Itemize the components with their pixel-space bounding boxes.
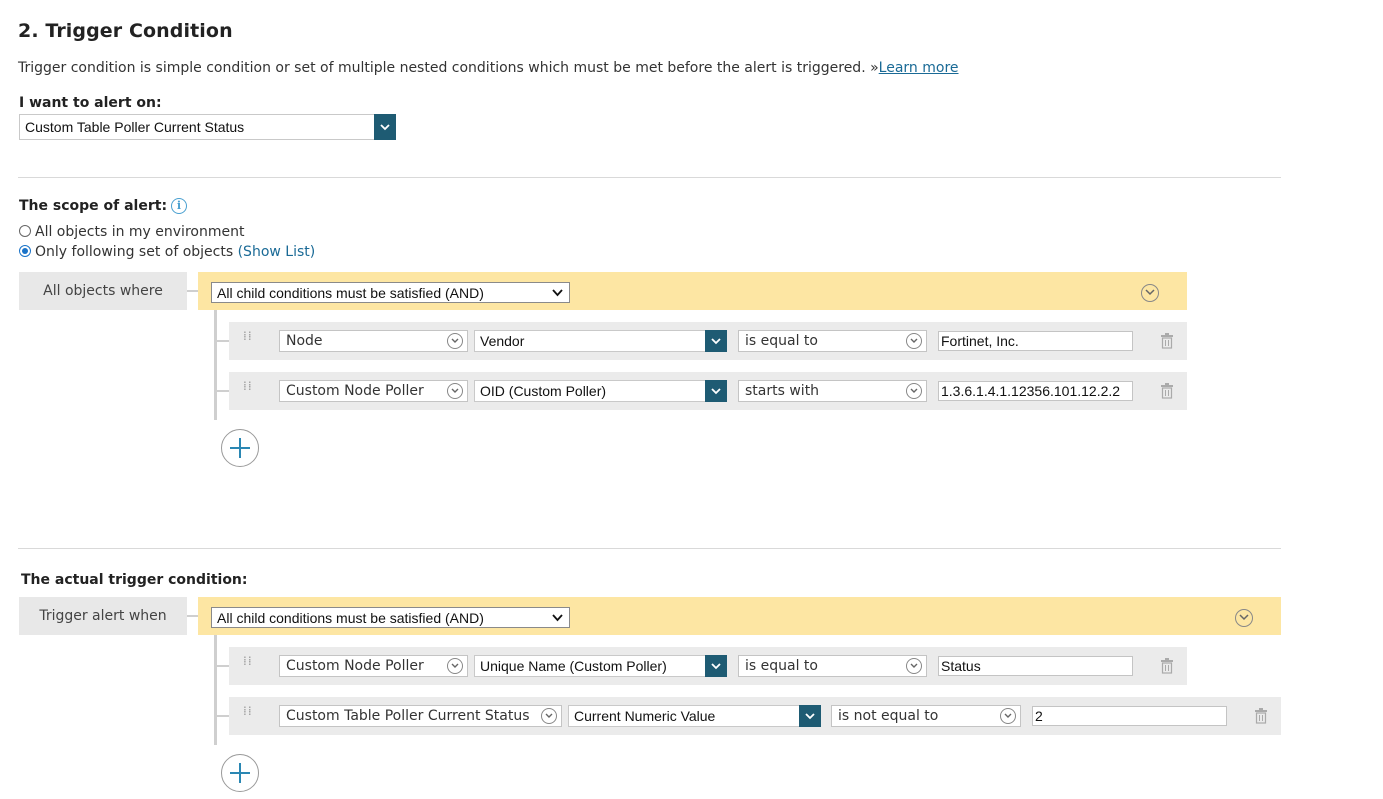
radio-all-objects[interactable]: All objects in my environment [19,224,244,240]
condition-field-select[interactable]: OID (Custom Poller) [474,380,727,402]
condition-operator-select[interactable]: is equal to [738,655,927,677]
tree-connector [217,390,229,392]
condition-field-select[interactable]: Unique Name (Custom Poller) [474,655,727,677]
scope-group-bar: All child conditions must be satisfied (… [198,272,1187,310]
trigger-alert-when-label: Trigger alert when [19,597,187,635]
radio-button-selected[interactable] [19,245,31,257]
show-list-link[interactable]: (Show List) [238,244,316,260]
condition-object-select[interactable]: Custom Node Poller [279,655,468,677]
scope-condition-row: ⁞⁞ Custom Node Poller OID (Custom Poller… [229,372,1187,410]
chevron-down-icon [541,708,557,724]
condition-value-input[interactable]: 2 [1032,706,1227,726]
learn-more-link[interactable]: Learn more [879,60,959,76]
trigger-group-bar: All child conditions must be satisfied (… [198,597,1281,635]
chevron-down-icon [705,655,727,677]
radio-following-objects[interactable]: Only following set of objects (Show List… [19,244,315,260]
condition-object-select[interactable]: Custom Node Poller [279,380,468,402]
trash-icon[interactable] [1160,333,1174,349]
chevron-down-icon [447,333,463,349]
tree-connector [217,340,229,342]
trigger-group-operator-select[interactable]: All child conditions must be satisfied (… [211,607,570,628]
condition-operator-select[interactable]: is not equal to [831,705,1021,727]
condition-value-input[interactable]: Status [938,656,1133,676]
chevron-down-icon [552,613,563,621]
chevron-down-icon [447,383,463,399]
chevron-down-icon [906,383,922,399]
scope-label: The scope of alert: [19,198,168,214]
scope-group-operator-select[interactable]: All child conditions must be satisfied (… [211,282,570,303]
chevron-down-icon [374,114,396,140]
condition-operator-select[interactable]: is equal to [738,330,927,352]
alert-on-label: I want to alert on: [19,95,162,111]
trash-icon[interactable] [1160,658,1174,674]
section-title: 2. Trigger Condition [18,20,233,42]
tree-line [214,310,217,420]
chevron-down-icon [705,330,727,352]
condition-field-select[interactable]: Current Numeric Value [568,705,821,727]
chevron-down-icon [705,380,727,402]
drag-handle-icon[interactable]: ⁞⁞ [243,380,253,392]
chevron-down-icon [552,288,563,296]
section-description: Trigger condition is simple condition or… [18,60,959,76]
chevron-down-icon [906,333,922,349]
add-condition-icon[interactable] [221,429,259,467]
collapse-group-icon[interactable] [1141,284,1159,302]
trash-icon[interactable] [1254,708,1268,724]
divider [18,548,1281,549]
tree-line [214,635,217,745]
condition-value-input[interactable]: Fortinet, Inc. [938,331,1133,351]
chevron-down-icon [906,658,922,674]
trigger-label: The actual trigger condition: [21,572,248,588]
info-icon[interactable]: i [171,198,187,214]
condition-operator-select[interactable]: starts with [738,380,927,402]
tree-connector [217,715,229,717]
condition-object-select[interactable]: Node [279,330,468,352]
divider [18,177,1281,178]
radio-button[interactable] [19,225,31,237]
all-objects-where-label: All objects where [19,272,187,310]
drag-handle-icon[interactable]: ⁞⁞ [243,330,253,342]
trigger-condition-row: ⁞⁞ Custom Table Poller Current Status Cu… [229,697,1281,735]
alert-on-select[interactable]: Custom Table Poller Current Status [19,114,396,140]
add-condition-icon[interactable] [221,754,259,792]
condition-value-input[interactable]: 1.3.6.1.4.1.12356.101.12.2.2 [938,381,1133,401]
chevron-down-icon [1000,708,1016,724]
trigger-condition-row: ⁞⁞ Custom Node Poller Unique Name (Custo… [229,647,1187,685]
tree-connector [217,665,229,667]
scope-condition-row: ⁞⁞ Node Vendor is equal to Fortinet, Inc… [229,322,1187,360]
alert-on-value: Custom Table Poller Current Status [25,119,245,135]
condition-object-select[interactable]: Custom Table Poller Current Status [279,705,562,727]
drag-handle-icon[interactable]: ⁞⁞ [243,705,253,717]
chevron-down-icon [447,658,463,674]
drag-handle-icon[interactable]: ⁞⁞ [243,655,253,667]
chevron-down-icon [799,705,821,727]
collapse-group-icon[interactable] [1235,609,1253,627]
trash-icon[interactable] [1160,383,1174,399]
condition-field-select[interactable]: Vendor [474,330,727,352]
